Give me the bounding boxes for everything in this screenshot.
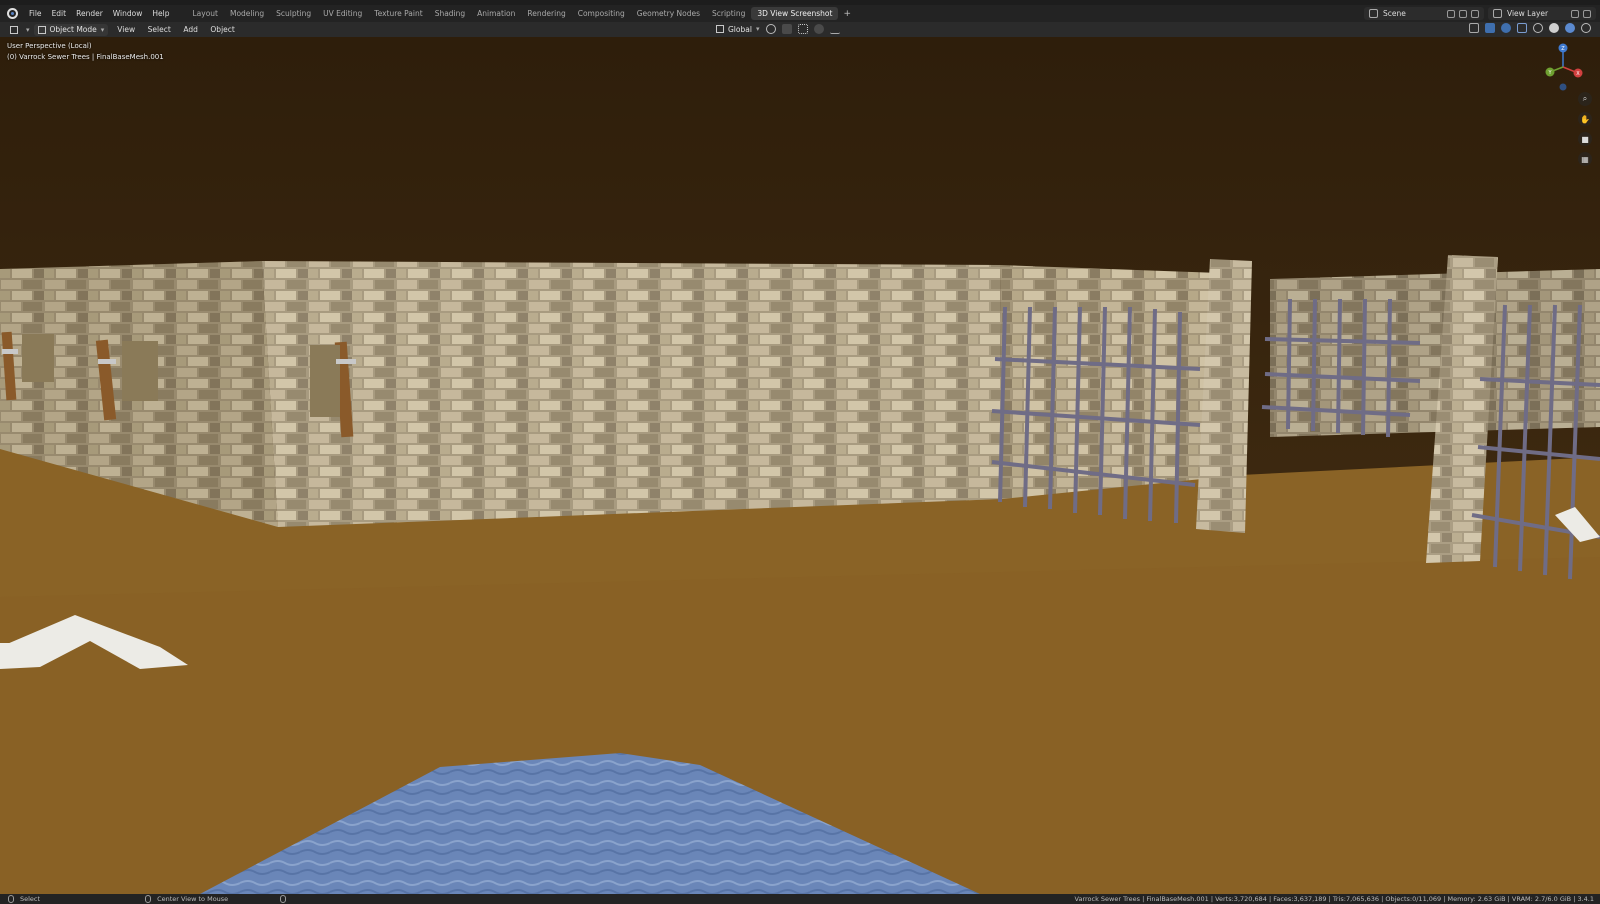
pivot-point-icon[interactable]	[766, 24, 777, 34]
status-center-view-label: Center View to Mouse	[157, 895, 229, 903]
editor-type-button[interactable]: ▾	[6, 24, 34, 36]
object-mode-icon	[37, 25, 46, 34]
status-center-view-hint: Center View to Mouse	[145, 895, 228, 903]
menu-view[interactable]: View	[112, 25, 140, 34]
mode-dropdown[interactable]: Object Mode ▾	[33, 23, 109, 36]
mouse-middle-icon	[145, 895, 152, 903]
menu-window[interactable]: Window	[108, 9, 148, 18]
new-scene-icon[interactable]	[1459, 9, 1467, 18]
scene-statistics: Varrock Sewer Trees | FinalBaseMesh.001 …	[1074, 895, 1594, 903]
tab-shading[interactable]: Shading	[429, 7, 471, 20]
menu-object[interactable]: Object	[205, 25, 239, 34]
scene-render	[0, 37, 1600, 894]
3d-viewport[interactable]: User Perspective (Local) (0) Varrock Sew…	[0, 37, 1600, 894]
tab-scripting[interactable]: Scripting	[706, 7, 751, 20]
tab-3d-view-screenshot[interactable]: 3D View Screenshot	[751, 7, 839, 20]
mouse-left-icon	[8, 895, 14, 903]
status-bar: Select Center View to Mouse Varrock Sewe…	[0, 894, 1600, 904]
mode-label: Object Mode	[49, 25, 97, 34]
tab-animation[interactable]: Animation	[471, 7, 521, 20]
editor-type-icon	[10, 25, 18, 34]
orientation-dropdown[interactable]: Global ▾	[712, 23, 763, 35]
overlay-toggle-icon[interactable]	[1501, 23, 1511, 33]
scene-name[interactable]: Scene	[1383, 9, 1443, 18]
menu-render[interactable]: Render	[71, 9, 108, 18]
view-layer-icon	[1493, 9, 1502, 18]
snap-target-icon[interactable]	[798, 24, 809, 34]
status-select-hint: Select	[8, 895, 40, 903]
new-view-layer-icon[interactable]	[1571, 9, 1579, 18]
rendered-shading-icon[interactable]	[1581, 23, 1591, 33]
svg-text:Z: Z	[1561, 46, 1565, 52]
orientation-icon	[716, 25, 724, 33]
tab-rendering[interactable]: Rendering	[521, 7, 571, 20]
view-layer-selector[interactable]: View Layer	[1488, 7, 1596, 20]
svg-text:X: X	[1576, 71, 1580, 77]
navigation-gizmo[interactable]: Z X Y	[1538, 42, 1588, 92]
viewport-header: ▾ Object Mode ▾ View Select Add Object G…	[0, 22, 1600, 37]
view-layer-name[interactable]: View Layer	[1507, 9, 1567, 18]
perspective-grid-icon[interactable]: ▦	[1578, 152, 1592, 166]
xray-toggle-icon[interactable]	[1517, 23, 1527, 33]
menu-edit[interactable]: Edit	[47, 9, 72, 18]
menu-select[interactable]: Select	[143, 25, 176, 34]
wall-back-right	[1000, 265, 1222, 499]
visibility-icon[interactable]	[1469, 23, 1479, 33]
solid-shading-icon[interactable]	[1549, 23, 1559, 33]
tab-modeling[interactable]: Modeling	[224, 7, 270, 20]
top-menu-bar: File Edit Render Window Help Layout Mode…	[0, 5, 1600, 22]
falloff-icon[interactable]	[830, 24, 841, 34]
chevron-down-icon: ▾	[26, 25, 30, 34]
delete-view-layer-icon[interactable]	[1583, 9, 1591, 18]
viewport-display-controls	[1466, 23, 1594, 33]
add-workspace-button[interactable]: +	[838, 9, 856, 19]
camera-view-icon[interactable]: ■	[1578, 132, 1592, 146]
tab-texture-paint[interactable]: Texture Paint	[368, 7, 428, 20]
scene-icon	[1369, 9, 1378, 18]
tab-uv-editing[interactable]: UV Editing	[317, 7, 368, 20]
status-select-label: Select	[20, 895, 41, 903]
main-menu: File Edit Render Window Help	[24, 9, 174, 18]
menu-file[interactable]: File	[24, 9, 47, 18]
wireframe-shading-icon[interactable]	[1533, 23, 1543, 33]
top-right-controls: Scene View Layer	[1364, 5, 1600, 22]
pin-icon[interactable]	[1447, 9, 1455, 18]
zoom-icon[interactable]: ⌕	[1578, 92, 1592, 106]
workspace-tabs: Layout Modeling Sculpting UV Editing Tex…	[186, 7, 856, 20]
mouse-right-icon	[280, 895, 287, 903]
navigation-buttons: ⌕ ✋ ■ ▦	[1578, 92, 1592, 166]
tab-geometry-nodes[interactable]: Geometry Nodes	[631, 7, 706, 20]
menu-add[interactable]: Add	[178, 25, 203, 34]
viewport-menus: View Select Add Object	[112, 25, 240, 34]
tab-sculpting[interactable]: Sculpting	[270, 7, 317, 20]
scene-selector[interactable]: Scene	[1364, 7, 1484, 20]
material-preview-shading-icon[interactable]	[1565, 23, 1575, 33]
delete-scene-icon[interactable]	[1471, 9, 1479, 18]
tab-compositing[interactable]: Compositing	[572, 7, 631, 20]
perspective-label: User Perspective (Local)	[7, 42, 92, 50]
orientation-label: Global	[728, 24, 752, 34]
blender-logo-icon[interactable]	[7, 8, 18, 19]
chevron-down-icon: ▾	[755, 25, 760, 33]
gizmo-toggle-icon[interactable]	[1485, 23, 1495, 33]
snap-toggle-icon[interactable]	[782, 24, 793, 34]
active-object-label: (0) Varrock Sewer Trees | FinalBaseMesh.…	[7, 53, 164, 61]
menu-help[interactable]: Help	[147, 9, 174, 18]
pan-hand-icon[interactable]: ✋	[1578, 112, 1592, 126]
proportional-edit-icon[interactable]	[814, 24, 825, 34]
tab-layout[interactable]: Layout	[186, 7, 224, 20]
transform-controls: Global ▾	[712, 23, 843, 35]
chevron-down-icon: ▾	[100, 25, 105, 34]
